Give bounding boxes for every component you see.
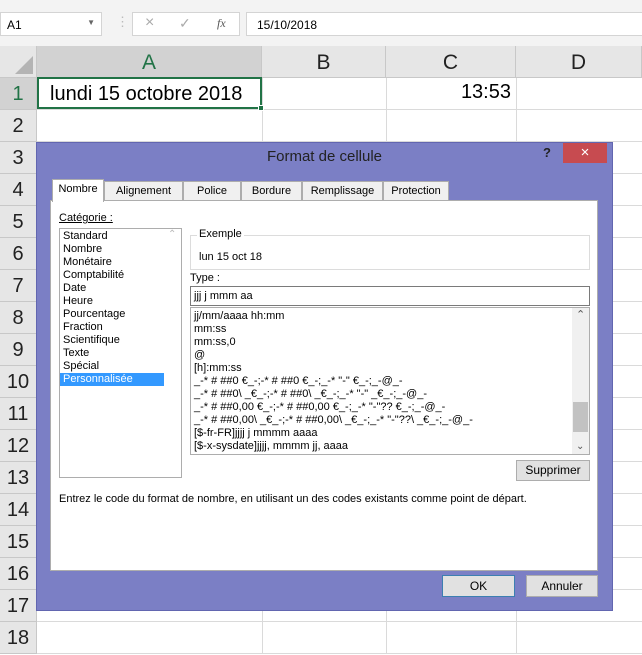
tab-remplissage[interactable]: Remplissage xyxy=(302,181,383,201)
format-item[interactable]: _-* # ##0 €_-;-* # ##0 €_-;_-* "-" €_-;_… xyxy=(191,375,589,388)
category-item[interactable]: Comptabilité xyxy=(60,269,164,282)
column-header-d[interactable]: D xyxy=(516,46,642,78)
delete-button[interactable]: Supprimer xyxy=(516,460,590,481)
row-header-3[interactable]: 3 xyxy=(0,142,37,174)
scroll-up-icon[interactable]: ⌃ xyxy=(576,308,585,321)
cancel-button[interactable]: Annuler xyxy=(526,575,598,597)
format-list[interactable]: jj/mm/aaaa hh:mm mm:ss mm:ss,0 @ [h]:mm:ss _-… xyxy=(190,307,590,455)
row-header-5[interactable]: 5 xyxy=(0,206,37,238)
cell-c1[interactable]: 13:53 xyxy=(386,81,511,104)
category-item[interactable]: Standard xyxy=(60,230,164,243)
description-text: Entrez le code du format de nombre, en u… xyxy=(59,493,527,505)
row-header-6[interactable]: 6 xyxy=(0,238,37,270)
formula-bar: A1 ▼ ⋮ × ✓ fx 15/10/2018 xyxy=(0,0,642,46)
cancel-icon[interactable]: × xyxy=(145,14,154,32)
scroll-down-icon[interactable]: ⌄ xyxy=(576,441,584,452)
row-header-13[interactable]: 13 xyxy=(0,462,37,494)
column-header-c[interactable]: C xyxy=(386,46,516,78)
type-input-value: jjj j mmm aa xyxy=(194,290,253,302)
formula-value: 15/10/2018 xyxy=(257,18,318,32)
fill-handle[interactable] xyxy=(258,105,264,111)
formula-buttons: × ✓ fx xyxy=(132,12,240,36)
grip-icon: ⋮ xyxy=(116,14,129,29)
row-header-1[interactable]: 1 xyxy=(0,78,37,110)
tab-alignement[interactable]: Alignement xyxy=(104,181,183,201)
format-item[interactable]: [$-fr-FR]jjjj j mmmm aaaa xyxy=(191,427,589,440)
row-header-15[interactable]: 15 xyxy=(0,526,37,558)
name-box-value: A1 xyxy=(7,18,22,32)
category-item[interactable]: Monétaire xyxy=(60,256,164,269)
category-item[interactable]: Spécial xyxy=(60,360,164,373)
example-value: lun 15 oct 18 xyxy=(199,251,262,263)
name-box[interactable]: A1 ▼ xyxy=(0,12,102,36)
category-item[interactable]: Texte xyxy=(60,347,164,360)
row-header-17[interactable]: 17 xyxy=(0,590,37,622)
format-item[interactable]: _-* # ##0\ _€_-;-* # ##0\ _€_-;_-* "-" _… xyxy=(191,388,589,401)
format-cells-dialog: Format de cellule ? × Nombre Alignement … xyxy=(36,142,613,611)
scroll-up-icon[interactable]: ⌃ xyxy=(168,229,176,240)
tab-panel-nombre: Catégorie : Standard Nombre Monétaire Compt… xyxy=(50,200,598,571)
format-item[interactable]: [h]:mm:ss xyxy=(191,362,589,375)
formula-input[interactable]: 15/10/2018 xyxy=(246,12,642,36)
chevron-down-icon[interactable]: ▼ xyxy=(87,18,95,27)
select-all-button[interactable] xyxy=(0,46,37,78)
tab-nombre[interactable]: Nombre xyxy=(52,179,104,202)
row-header-9[interactable]: 9 xyxy=(0,334,37,366)
category-item[interactable]: Nombre xyxy=(60,243,164,256)
category-item[interactable]: Fraction xyxy=(60,321,164,334)
cell-a1[interactable]: lundi 15 octobre 2018 xyxy=(37,77,264,111)
type-label: Type : xyxy=(190,272,220,284)
ok-button[interactable]: OK xyxy=(442,575,515,597)
category-label: Catégorie : xyxy=(59,212,113,224)
row-header-16[interactable]: 16 xyxy=(0,558,37,590)
format-item[interactable]: mm:ss xyxy=(191,323,589,336)
scrollbar-thumb[interactable] xyxy=(573,402,588,432)
format-item[interactable]: @ xyxy=(191,349,589,362)
type-input[interactable]: jjj j mmm aa xyxy=(190,286,590,306)
tab-police[interactable]: Police xyxy=(183,181,241,201)
close-button[interactable]: × xyxy=(563,143,607,163)
cell-a1-value: lundi 15 octobre 2018 xyxy=(50,83,243,105)
column-header-b[interactable]: B xyxy=(262,46,386,78)
row-header-10[interactable]: 10 xyxy=(0,366,37,398)
gridline xyxy=(37,109,642,110)
format-item[interactable]: jj/mm/aaaa hh:mm xyxy=(191,310,589,323)
row-header-2[interactable]: 2 xyxy=(0,110,37,142)
help-button[interactable]: ? xyxy=(543,145,551,160)
format-item[interactable]: _-* # ##0,00\ _€_-;-* # ##0,00\ _€_-;_-*… xyxy=(191,414,589,427)
category-item[interactable]: Heure xyxy=(60,295,164,308)
format-list-scrollbar[interactable]: ⌃ ⌄ xyxy=(572,308,589,454)
category-item[interactable]: Date xyxy=(60,282,164,295)
row-header-12[interactable]: 12 xyxy=(0,430,37,462)
tab-protection[interactable]: Protection xyxy=(383,181,449,201)
category-item[interactable]: Pourcentage xyxy=(60,308,164,321)
format-item[interactable]: [$-x-sysdate]jjjj, mmmm jj, aaaa xyxy=(191,440,589,453)
row-header-18[interactable]: 18 xyxy=(0,622,37,654)
category-list[interactable]: Standard Nombre Monétaire Comptabilité Date H… xyxy=(59,228,182,478)
format-item[interactable]: mm:ss,0 xyxy=(191,336,589,349)
check-icon[interactable]: ✓ xyxy=(179,15,191,32)
row-header-14[interactable]: 14 xyxy=(0,494,37,526)
column-header-a[interactable]: A xyxy=(37,46,262,78)
gridline xyxy=(37,621,642,622)
category-item[interactable]: Personnalisée xyxy=(60,373,164,386)
row-header-11[interactable]: 11 xyxy=(0,398,37,430)
dialog-title: Format de cellule xyxy=(266,148,383,165)
fx-icon[interactable]: fx xyxy=(217,16,226,31)
row-header-4[interactable]: 4 xyxy=(0,174,37,206)
category-item[interactable]: Scientifique xyxy=(60,334,164,347)
example-group: Exemple lun 15 oct 18 xyxy=(190,228,590,270)
format-item[interactable]: _-* # ##0,00 €_-;-* # ##0,00 €_-;_-* "-"… xyxy=(191,401,589,414)
example-label: Exemple xyxy=(197,228,244,240)
row-header-7[interactable]: 7 xyxy=(0,270,37,302)
row-header-8[interactable]: 8 xyxy=(0,302,37,334)
tab-bordure[interactable]: Bordure xyxy=(241,181,302,201)
